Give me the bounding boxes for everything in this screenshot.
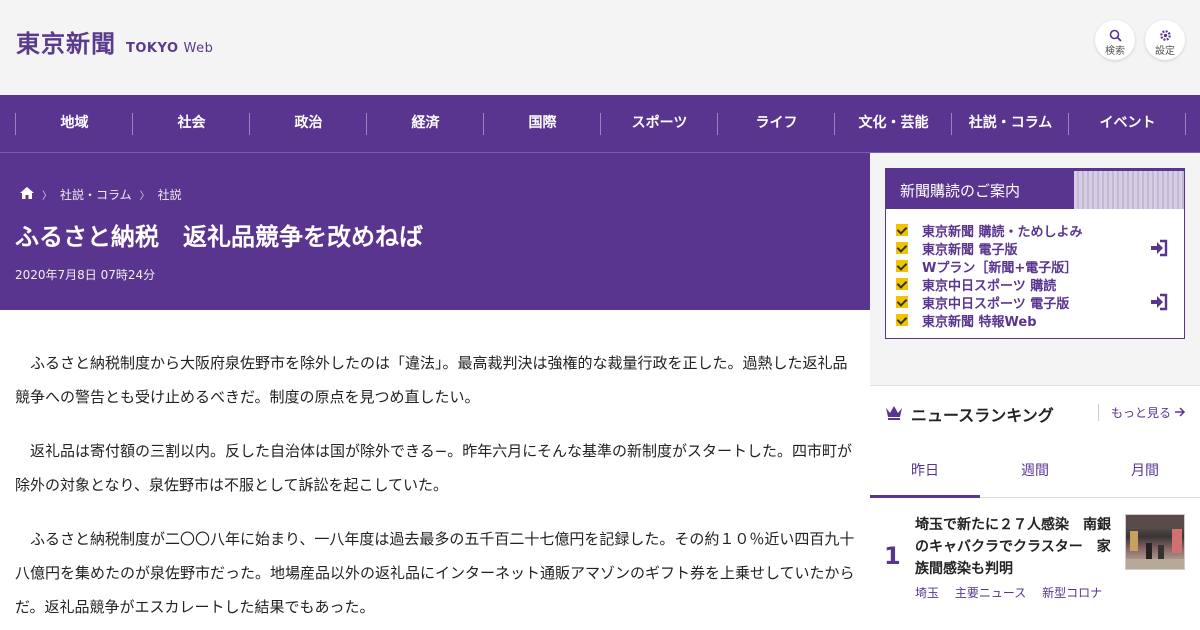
article-header: 〉 社説・コラム 〉 社説 ふるさと納税 返礼品競争を改めねば 2020年7月8… (0, 153, 870, 310)
subscription-link-label[interactable]: Wプラン［新聞+電子版］ (922, 257, 1077, 276)
nav-item-politics[interactable]: 政治 (250, 113, 367, 133)
tag-link[interactable]: 埼玉 (915, 586, 939, 600)
checkbox-icon (896, 278, 908, 290)
nav-item-sports[interactable]: スポーツ (601, 113, 718, 133)
subscription-link[interactable]: 東京新聞 特報Web (896, 311, 1083, 330)
logo-english: TOKYO Web (126, 41, 213, 56)
site-logo[interactable]: 東京新聞 TOKYO Web (16, 24, 213, 59)
breadcrumb-editorial[interactable]: 社説 (158, 186, 182, 203)
ranking-item-thumbnail[interactable] (1125, 514, 1185, 570)
tag-link[interactable]: 新型コロナ (1042, 586, 1102, 600)
subscription-link[interactable]: Wプラン［新聞+電子版］ (896, 257, 1083, 276)
subscription-link[interactable]: 東京新聞 購読・ためしよみ (896, 221, 1083, 240)
newspaper-image (1074, 171, 1184, 209)
ranking-item-tags: 埼玉 主要ニュース 新型コロナ (915, 584, 1114, 601)
home-icon[interactable] (20, 187, 34, 202)
tag-link[interactable]: 主要ニュース (955, 586, 1026, 600)
arrow-right-icon (1174, 406, 1186, 420)
search-button[interactable]: 検索 (1095, 20, 1135, 60)
subscription-box: 新聞購読のご案内 東京新聞 購読・ためしよみ 東京新聞 電子版 Wプラン［新聞+… (885, 168, 1185, 339)
gear-icon (1145, 27, 1185, 41)
subscription-link-label[interactable]: 東京中日スポーツ 購読 (922, 275, 1056, 294)
checkbox-icon (896, 296, 908, 308)
settings-button[interactable]: 設定 (1145, 20, 1185, 60)
chevron-right-icon: 〉 (42, 191, 52, 202)
ranking-item-title[interactable]: 埼玉で新たに２７人感染 南銀のキャバクラでクラスター 家族間感染も判明 (915, 514, 1113, 580)
chevron-right-icon: 〉 (139, 191, 150, 202)
subscription-link-label[interactable]: 東京新聞 電子版 (922, 239, 1018, 258)
nav-divider (1185, 113, 1186, 135)
login-icon[interactable] (1149, 292, 1169, 312)
rank-number: 1 (884, 542, 901, 570)
more-link[interactable]: もっと見る (1098, 404, 1186, 421)
article-paragraph: ふるさと納税制度から大阪府泉佐野市を除外したのは「違法」。最高裁判決は強権的な裁… (15, 354, 848, 406)
nav-item-international[interactable]: 国際 (484, 113, 601, 133)
ranking-header: ニュースランキング (885, 402, 1054, 426)
logo-tokyo: TOKYO (126, 41, 179, 56)
news-ranking: ニュースランキング もっと見る 昨日 週間 月間 1 埼玉で新たに２７人感染 南… (870, 385, 1200, 630)
checkbox-icon (896, 314, 908, 326)
search-icon (1095, 27, 1135, 42)
main-nav: 地域 社会 政治 経済 国際 スポーツ ライフ 文化・芸能 社説・コラム イベン… (0, 95, 1200, 153)
article-paragraph: 返礼品は寄付額の三割以内。反した自治体は国が除外できる−。昨年六月にそんな基準の… (15, 442, 852, 494)
subscription-link[interactable]: 東京新聞 電子版 (896, 239, 1083, 258)
nav-item-editorial[interactable]: 社説・コラム (952, 113, 1069, 133)
subscription-link-label[interactable]: 東京新聞 特報Web (922, 311, 1037, 330)
login-icon[interactable] (1149, 238, 1169, 258)
breadcrumb-editorial-column[interactable]: 社説・コラム (60, 186, 132, 203)
search-label: 検索 (1105, 46, 1125, 57)
nav-item-society[interactable]: 社会 (133, 113, 250, 133)
settings-label: 設定 (1155, 46, 1175, 57)
nav-item-region[interactable]: 地域 (16, 113, 133, 133)
article-body: ふるさと納税制度から大阪府泉佐野市を除外したのは「違法」。最高裁判決は強権的な裁… (0, 310, 870, 630)
sidebar: 新聞購読のご案内 東京新聞 購読・ためしよみ 東京新聞 電子版 Wプラン［新聞+… (870, 153, 1200, 630)
ranking-item[interactable]: 1 埼玉で新たに２７人感染 南銀のキャバクラでクラスター 家族間感染も判明 埼玉… (870, 498, 1200, 608)
subscription-link[interactable]: 東京中日スポーツ 電子版 (896, 293, 1083, 312)
subscription-link-label[interactable]: 東京新聞 購読・ためしよみ (922, 221, 1083, 240)
subscription-link-label[interactable]: 東京中日スポーツ 電子版 (922, 293, 1069, 312)
nav-item-events[interactable]: イベント (1069, 113, 1186, 133)
nav-item-culture[interactable]: 文化・芸能 (835, 113, 952, 133)
ranking-tabs: 昨日 週間 月間 (870, 446, 1200, 498)
site-header: 東京新聞 TOKYO Web 検索 設定 (0, 0, 1200, 95)
tab-yesterday[interactable]: 昨日 (870, 460, 980, 480)
ranking-heading: ニュースランキング (911, 406, 1054, 425)
subscription-header: 新聞購読のご案内 (886, 169, 1184, 209)
checkbox-icon (896, 224, 908, 236)
article-date: 2020年7月8日 07時24分 (15, 268, 156, 282)
subscription-link[interactable]: 東京中日スポーツ 購読 (896, 275, 1083, 294)
more-link-label[interactable]: もっと見る (1111, 406, 1171, 420)
nav-item-life[interactable]: ライフ (718, 113, 835, 133)
subscription-heading: 新聞購読のご案内 (900, 182, 1021, 200)
breadcrumb: 〉 社説・コラム 〉 社説 (20, 186, 182, 203)
article-paragraph: ふるさと納税制度が二〇〇八年に始まり、一八年度は過去最多の五千百二十七億円を記録… (15, 530, 855, 616)
logo-web: Web (183, 41, 214, 56)
tab-monthly[interactable]: 月間 (1090, 460, 1200, 480)
logo-japanese: 東京新聞 (16, 29, 116, 58)
tab-weekly[interactable]: 週間 (980, 460, 1090, 480)
subscription-list: 東京新聞 購読・ためしよみ 東京新聞 電子版 Wプラン［新聞+電子版］ 東京中日… (896, 221, 1083, 330)
crown-icon (885, 405, 903, 424)
nav-item-economy[interactable]: 経済 (367, 113, 484, 133)
article-title: ふるさと納税 返礼品競争を改めねば (15, 223, 423, 251)
checkbox-icon (896, 260, 908, 272)
checkbox-icon (896, 242, 908, 254)
